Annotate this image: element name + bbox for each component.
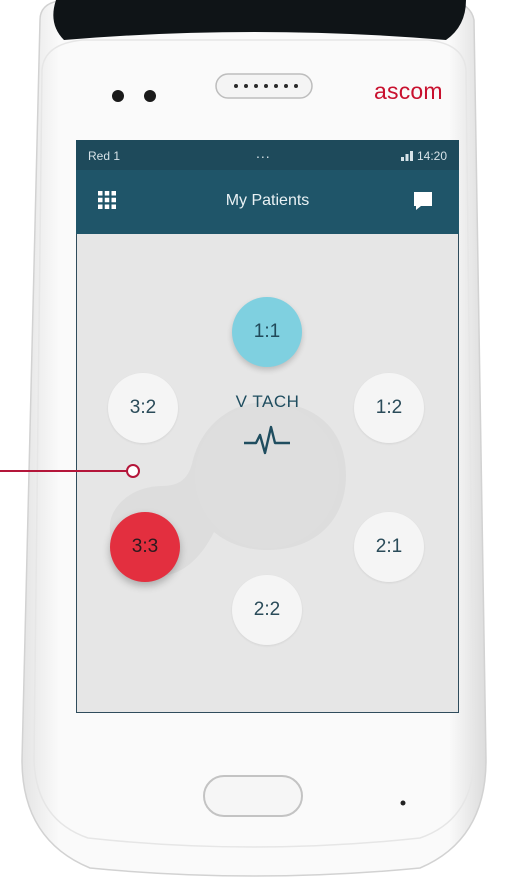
bed-button-2-1[interactable]: 2:1: [354, 512, 424, 582]
camera-dot-icon: [112, 90, 124, 102]
brand-logo: ascom: [374, 78, 443, 104]
bed-ring: 1:1 3:2 1:2 3:3 2:1 2:2: [76, 140, 459, 713]
device-screen: Red 1 ... 14:20 My Patients V TACH 1:1 3…: [76, 140, 459, 713]
bed-button-3-2[interactable]: 3:2: [108, 373, 178, 443]
callout-line: [0, 470, 138, 472]
sensor-dot-icon: [144, 90, 156, 102]
bed-button-1-1[interactable]: 1:1: [232, 297, 302, 367]
bed-button-3-3-alarm[interactable]: 3:3: [110, 512, 180, 582]
callout-dot: [126, 464, 140, 478]
phone-device: ascom Red 1 ... 14:20 My Patients V TACH…: [0, 0, 508, 884]
bed-button-2-2[interactable]: 2:2: [232, 575, 302, 645]
bed-button-1-2[interactable]: 1:2: [354, 373, 424, 443]
